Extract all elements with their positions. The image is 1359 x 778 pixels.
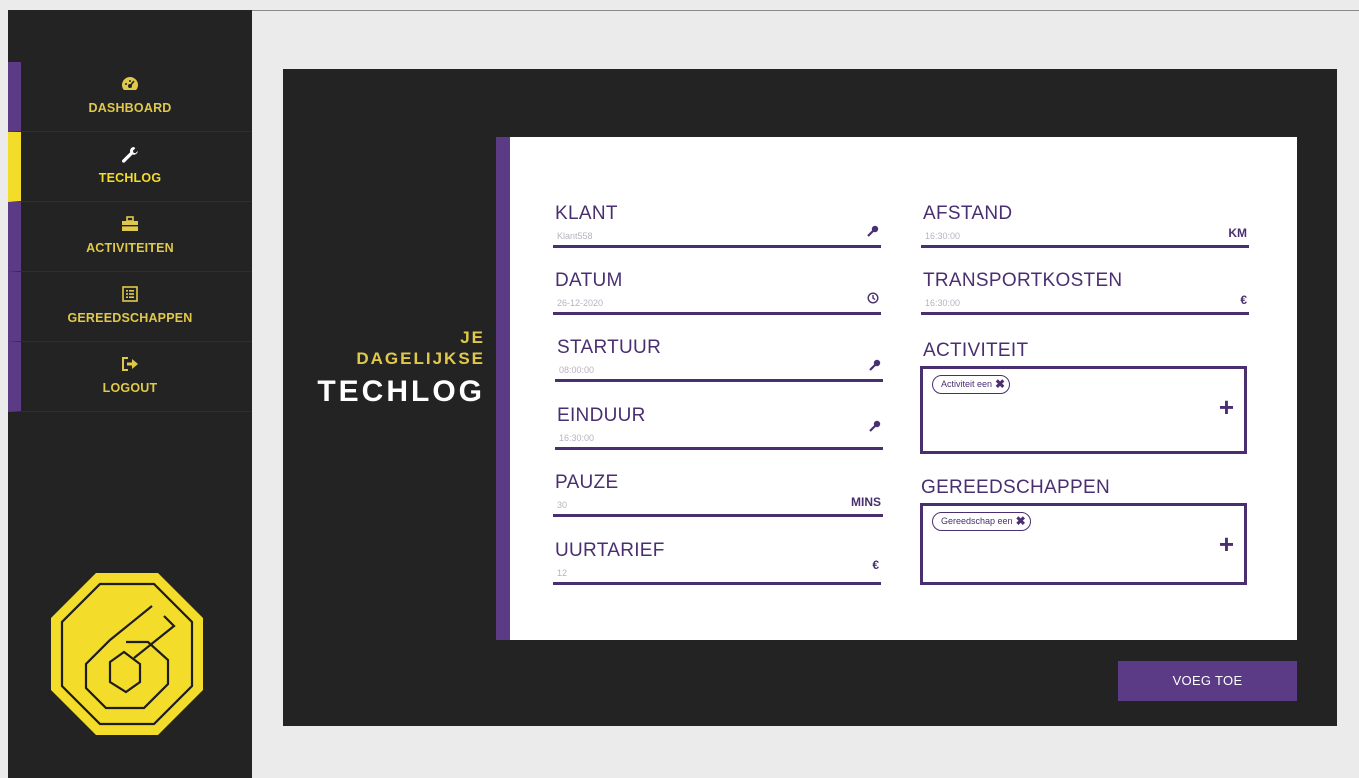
- techlog-form-card: KLANT Klant558 DATUM 26-12-2020 STARTUUR…: [496, 137, 1297, 640]
- activiteit-chip-label: Activiteit een: [941, 379, 993, 389]
- top-divider: [252, 10, 1359, 11]
- klant-value: Klant558: [557, 231, 593, 241]
- sidebar-item-gereedschappen[interactable]: GEREEDSCHAPPEN: [8, 272, 252, 342]
- uurtarief-unit: €: [872, 558, 879, 572]
- transportkosten-unit: €: [1240, 293, 1247, 307]
- sidebar-item-activiteiten[interactable]: ACTIVITEITEN: [8, 202, 252, 272]
- sidebar-item-label: TECHLOG: [98, 171, 162, 185]
- wrench-icon: [21, 132, 239, 168]
- company-logo: [48, 570, 206, 738]
- pauze-unit: MINS: [851, 495, 881, 509]
- remove-chip-icon[interactable]: ✖: [995, 376, 1005, 393]
- toolbox-icon: [21, 202, 239, 238]
- klant-field[interactable]: KLANT Klant558: [553, 203, 881, 248]
- einduur-label: EINDUUR: [557, 405, 646, 426]
- afstand-label: AFSTAND: [923, 203, 1013, 224]
- activiteit-label: ACTIVITEIT: [923, 340, 1029, 361]
- afstand-value: 16:30:00: [925, 231, 961, 241]
- list-icon: [21, 272, 239, 308]
- startuur-field[interactable]: STARTUUR 08:00:00: [555, 337, 883, 382]
- sidebar-item-label: GEREEDSCHAPPEN: [67, 311, 193, 325]
- gereedschappen-label: GEREEDSCHAPPEN: [921, 477, 1110, 498]
- remove-chip-icon[interactable]: ✖: [1016, 513, 1026, 530]
- logout-icon: [21, 342, 239, 378]
- heading-line-techlog: TECHLOG: [317, 375, 485, 408]
- klant-label: KLANT: [555, 203, 618, 224]
- pauze-value: 30: [557, 500, 568, 510]
- activiteit-box[interactable]: Activiteit een ✖ +: [920, 366, 1247, 454]
- datum-label: DATUM: [555, 270, 623, 291]
- datum-value: 26-12-2020: [557, 298, 604, 308]
- pauze-field[interactable]: PAUZE 30 MINS: [553, 472, 883, 517]
- uurtarief-value: 12: [557, 568, 568, 578]
- sidebar-item-label: DASHBOARD: [88, 101, 172, 115]
- dashboard-gauge-icon: [21, 62, 239, 98]
- activiteit-chip[interactable]: Activiteit een ✖: [932, 375, 1011, 394]
- transportkosten-field[interactable]: TRANSPORTKOSTEN 16:30:00 €: [921, 270, 1249, 315]
- afstand-unit: KM: [1228, 226, 1247, 240]
- add-gereedschap-button[interactable]: +: [1219, 531, 1234, 557]
- sidebar: DASHBOARD TECHLOG ACTIVITEITEN GEREEDSCH…: [8, 10, 252, 778]
- sidebar-nav: DASHBOARD TECHLOG ACTIVITEITEN GEREEDSCH…: [8, 62, 252, 412]
- sidebar-item-label: ACTIVITEITEN: [86, 241, 174, 255]
- sidebar-item-techlog[interactable]: TECHLOG: [8, 132, 252, 202]
- sidebar-item-label: LOGOUT: [102, 381, 158, 395]
- gereedschap-chip-label: Gereedschap een: [941, 516, 1013, 526]
- einduur-field[interactable]: EINDUUR 16:30:00: [555, 405, 883, 450]
- clock-icon: [867, 292, 879, 307]
- datum-field[interactable]: DATUM 26-12-2020: [553, 270, 881, 315]
- main-panel: JE DAGELIJKSE TECHLOG KLANT Klant558 DAT…: [283, 69, 1337, 726]
- uurtarief-field[interactable]: UURTARIEF 12 €: [553, 540, 881, 585]
- add-activiteit-button[interactable]: +: [1219, 394, 1234, 420]
- card-accent-bar: [496, 137, 510, 640]
- pauze-label: PAUZE: [555, 472, 619, 493]
- startuur-label: STARTUUR: [557, 337, 662, 358]
- afstand-field[interactable]: AFSTAND 16:30:00 KM: [921, 203, 1249, 248]
- sidebar-item-dashboard[interactable]: DASHBOARD: [8, 62, 252, 132]
- page-heading: JE DAGELIJKSE TECHLOG: [317, 327, 485, 412]
- gereedschap-chip[interactable]: Gereedschap een ✖: [932, 512, 1031, 531]
- sidebar-item-logout[interactable]: LOGOUT: [8, 342, 252, 412]
- startuur-value: 08:00:00: [559, 365, 595, 375]
- uurtarief-label: UURTARIEF: [555, 540, 665, 561]
- key-icon: [869, 359, 881, 374]
- transportkosten-value: 16:30:00: [925, 298, 961, 308]
- gereedschappen-box[interactable]: Gereedschap een ✖ +: [920, 503, 1247, 585]
- heading-line-dagelijkse: DAGELIJKSE: [356, 349, 485, 368]
- voeg-toe-button[interactable]: VOEG TOE: [1118, 661, 1297, 701]
- einduur-value: 16:30:00: [559, 433, 595, 443]
- key-icon: [869, 420, 881, 435]
- heading-line-je: JE: [460, 328, 485, 347]
- key-icon: [867, 225, 879, 240]
- transportkosten-label: TRANSPORTKOSTEN: [923, 270, 1123, 291]
